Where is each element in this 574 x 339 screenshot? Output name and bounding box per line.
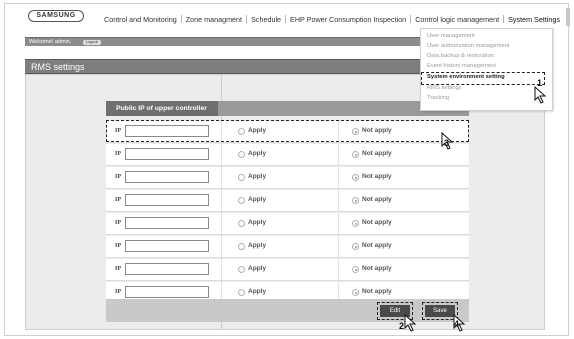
ip-input[interactable] xyxy=(125,263,209,275)
ip-input[interactable] xyxy=(125,217,209,229)
menu-item-user-management[interactable]: User management xyxy=(427,33,475,39)
apply-radio[interactable] xyxy=(238,289,245,296)
divider xyxy=(221,259,222,281)
not-apply-label: Not apply xyxy=(362,150,392,157)
nav-zone-management[interactable]: Zone managment xyxy=(182,15,246,24)
apply-radio[interactable] xyxy=(238,243,245,250)
not-apply-label: Not apply xyxy=(362,173,392,180)
step-number-2: 2 xyxy=(399,321,405,331)
apply-label: Apply xyxy=(248,219,267,226)
ip-label: IP xyxy=(115,289,121,295)
apply-radio[interactable] xyxy=(238,174,245,181)
welcome-text: Welcome! admin, xyxy=(29,39,72,45)
divider xyxy=(221,190,222,212)
table-row: IP Apply Not apply xyxy=(106,190,469,212)
nav-control-logic[interactable]: Control logic management xyxy=(411,15,503,24)
table-row: IP Apply Not apply xyxy=(106,213,469,235)
apply-radio[interactable] xyxy=(238,151,245,158)
highlight-menu-item xyxy=(421,72,545,85)
not-apply-radio[interactable] xyxy=(352,220,359,227)
pointer-cursor-icon xyxy=(404,314,417,332)
not-apply-radio[interactable] xyxy=(352,197,359,204)
ip-label: IP xyxy=(115,220,121,226)
not-apply-radio[interactable] xyxy=(352,243,359,250)
apply-label: Apply xyxy=(248,288,267,295)
table-row: IP Apply Not apply xyxy=(106,167,469,189)
divider xyxy=(221,144,222,166)
nav-ehp-power-inspection[interactable]: EHP Power Consumption Inspection xyxy=(286,15,410,24)
ip-label: IP xyxy=(115,151,121,157)
ip-label: IP xyxy=(115,243,121,249)
divider xyxy=(221,213,222,235)
page-title: RMS settings xyxy=(31,62,85,72)
table-row: IP Apply Not apply xyxy=(106,144,469,166)
divider xyxy=(338,259,339,281)
not-apply-label: Not apply xyxy=(362,265,392,272)
not-apply-radio[interactable] xyxy=(352,266,359,273)
ip-input[interactable] xyxy=(125,148,209,160)
menu-item-rms-settings[interactable]: RMS settings xyxy=(427,85,461,91)
divider xyxy=(338,236,339,258)
divider xyxy=(338,167,339,189)
nav-schedule[interactable]: Schedule xyxy=(247,15,285,24)
not-apply-radio[interactable] xyxy=(352,289,359,296)
ip-label: IP xyxy=(115,174,121,180)
table-row: IP Apply Not apply xyxy=(106,236,469,258)
step-number-4: 4 xyxy=(454,319,460,329)
scrollbar[interactable] xyxy=(566,8,570,26)
apply-label: Apply xyxy=(248,150,267,157)
ip-input[interactable] xyxy=(125,171,209,183)
ip-label: IP xyxy=(115,266,121,272)
apply-label: Apply xyxy=(248,242,267,249)
menu-item-tracking[interactable]: Tracking xyxy=(427,95,449,101)
apply-radio[interactable] xyxy=(238,220,245,227)
ip-label: IP xyxy=(115,197,121,203)
highlight-first-row xyxy=(106,120,469,142)
apply-label: Apply xyxy=(248,173,267,180)
table-row: IP Apply Not apply xyxy=(106,259,469,281)
not-apply-radio[interactable] xyxy=(352,151,359,158)
not-apply-label: Not apply xyxy=(362,196,392,203)
samsung-logo: SAMSUNG xyxy=(28,10,84,22)
not-apply-label: Not apply xyxy=(362,242,392,249)
ip-input[interactable] xyxy=(125,194,209,206)
pointer-cursor-icon xyxy=(534,86,547,104)
menu-item-user-authorization[interactable]: User authorization management xyxy=(427,43,510,49)
apply-label: Apply xyxy=(248,265,267,272)
ip-input[interactable] xyxy=(125,240,209,252)
logout-button[interactable]: Logout xyxy=(83,40,101,45)
not-apply-label: Not apply xyxy=(362,219,392,226)
not-apply-label: Not apply xyxy=(362,288,392,295)
step-number-3: 3 xyxy=(444,138,450,148)
table-header: Public IP of upper controller xyxy=(106,101,218,116)
nav-control-monitoring[interactable]: Control and Monitoring xyxy=(100,15,181,24)
divider xyxy=(338,213,339,235)
divider xyxy=(338,144,339,166)
apply-label: Apply xyxy=(248,196,267,203)
divider xyxy=(221,236,222,258)
not-apply-radio[interactable] xyxy=(352,174,359,181)
step-number-1: 1 xyxy=(537,78,543,88)
menu-item-event-history[interactable]: Event history management xyxy=(427,63,496,69)
top-navigation: Control and Monitoring Zone managment Sc… xyxy=(100,12,564,26)
apply-radio[interactable] xyxy=(238,266,245,273)
divider xyxy=(221,167,222,189)
ip-input[interactable] xyxy=(125,286,209,298)
menu-item-data-backup[interactable]: Data backup & restoration xyxy=(427,53,494,59)
divider xyxy=(338,190,339,212)
nav-system-settings[interactable]: System Settings xyxy=(504,15,564,24)
apply-radio[interactable] xyxy=(238,197,245,204)
